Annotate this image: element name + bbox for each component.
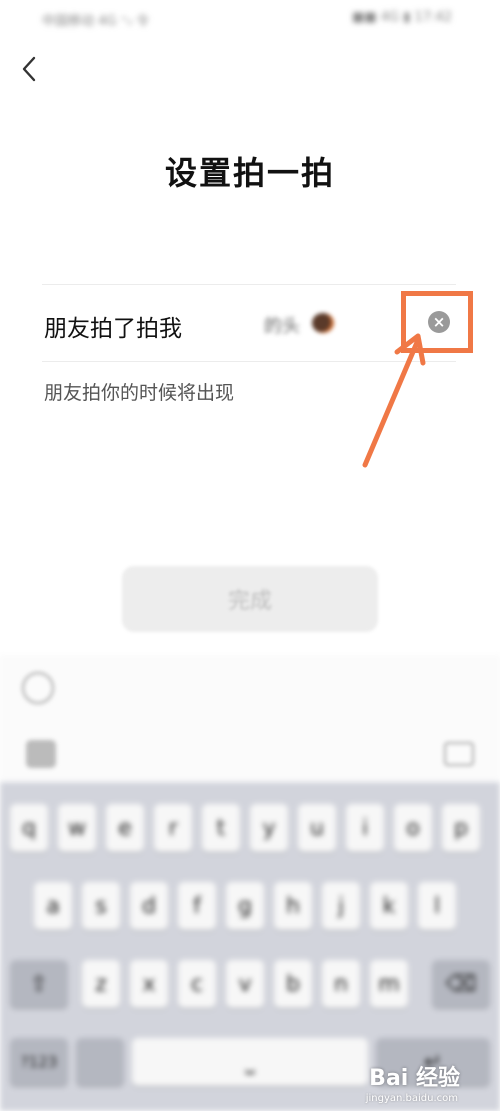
- key-b[interactable]: b: [274, 960, 312, 1008]
- key-u[interactable]: u: [298, 804, 336, 852]
- done-button[interactable]: 完成: [122, 566, 378, 632]
- key-c[interactable]: c: [178, 960, 216, 1008]
- key-t[interactable]: t: [202, 804, 240, 852]
- key-x[interactable]: x: [130, 960, 168, 1008]
- annotation-highlight-box: [401, 291, 473, 353]
- key-m[interactable]: m: [370, 960, 408, 1008]
- key-k[interactable]: k: [370, 882, 408, 930]
- carrier-signal: 中国移动 4G ⁺ᵢₗ 令: [42, 14, 150, 29]
- key-n[interactable]: n: [322, 960, 360, 1008]
- key-h[interactable]: h: [274, 882, 312, 930]
- key-g[interactable]: g: [226, 882, 264, 930]
- status-bar: 中国移动 4G ⁺ᵢₗ 令 ■■ 4G ▮ 17:42: [0, 0, 500, 40]
- pat-suffix-input[interactable]: 的头: [264, 312, 300, 338]
- key-f[interactable]: f: [178, 882, 216, 930]
- shift-key[interactable]: ⇧: [10, 960, 68, 1008]
- emoji-icon: [312, 313, 334, 333]
- field-hint: 朋友拍你的时候将出现: [44, 382, 235, 404]
- field-prefix-label: 朋友拍了拍我: [44, 316, 182, 342]
- battery-time: ■■ 4G ▮ 17:42: [352, 10, 452, 25]
- chevron-left-icon: [22, 56, 36, 82]
- keyboard-hide-icon[interactable]: [444, 742, 474, 766]
- watermark-url: jingyan.baidu.com: [365, 1093, 458, 1104]
- key-a[interactable]: a: [34, 882, 72, 930]
- input-toolbar: [0, 655, 500, 780]
- key-r[interactable]: r: [154, 804, 192, 852]
- key-d[interactable]: d: [130, 882, 168, 930]
- grid-menu-icon[interactable]: [26, 740, 56, 768]
- key-z[interactable]: z: [82, 960, 120, 1008]
- page-title: 设置拍一拍: [164, 154, 335, 192]
- space-key[interactable]: ⎵: [132, 1038, 368, 1086]
- key-v[interactable]: v: [226, 960, 264, 1008]
- key-y[interactable]: y: [250, 804, 288, 852]
- key-p[interactable]: p: [442, 804, 480, 852]
- key-j[interactable]: j: [322, 882, 360, 930]
- key-e[interactable]: e: [106, 804, 144, 852]
- key-o[interactable]: o: [394, 804, 432, 852]
- emoji-key[interactable]: [76, 1038, 124, 1086]
- numbers-key[interactable]: ?123: [10, 1038, 68, 1086]
- key-q[interactable]: q: [10, 804, 48, 852]
- key-s[interactable]: s: [82, 882, 120, 930]
- pat-text-field[interactable]: 朋友拍了拍我 的头 ×: [42, 285, 456, 361]
- delete-key[interactable]: ⌫: [432, 960, 490, 1008]
- key-w[interactable]: w: [58, 804, 96, 852]
- divider-bottom: [42, 361, 456, 362]
- key-i[interactable]: i: [346, 804, 384, 852]
- emoji-toggle-icon[interactable]: [22, 672, 54, 704]
- baidu-watermark: Bai 经验: [369, 1066, 460, 1091]
- key-l[interactable]: l: [418, 882, 456, 930]
- back-button[interactable]: [12, 50, 46, 88]
